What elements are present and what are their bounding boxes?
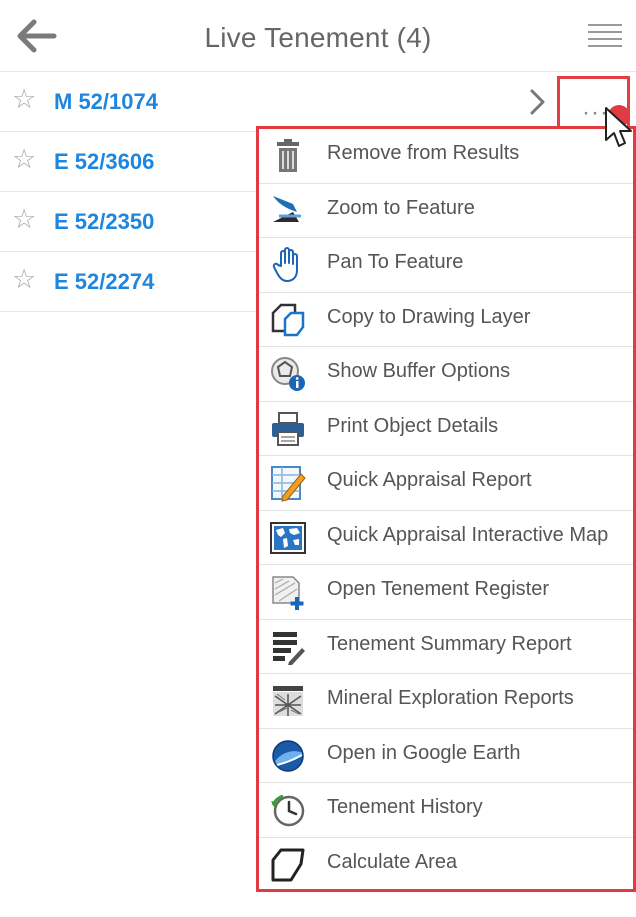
menu-item-show-buffer-options[interactable]: Show Buffer Options	[259, 347, 633, 402]
menu-item-quick-appraisal-report[interactable]: Quick Appraisal Report	[259, 456, 633, 511]
menu-item-quick-appraisal-interactive-map[interactable]: Quick Appraisal Interactive Map	[259, 511, 633, 565]
tenement-row[interactable]: ☆ M 52/1074 ···	[0, 72, 636, 132]
world-map-icon	[270, 521, 306, 554]
menu-item-open-in-google-earth[interactable]: Open in Google Earth	[259, 729, 633, 783]
menu-item-open-tenement-register[interactable]: Open Tenement Register	[259, 565, 633, 620]
register-add-icon	[272, 576, 304, 610]
hamburger-menu-icon[interactable]	[588, 24, 622, 50]
tenement-id-link[interactable]: E 52/2274	[54, 269, 154, 295]
star-icon[interactable]: ☆	[12, 146, 36, 173]
tenement-id-link[interactable]: M 52/1074	[54, 89, 158, 115]
menu-item-mineral-exploration-reports[interactable]: Mineral Exploration Reports	[259, 674, 633, 729]
context-menu: Remove from Results Zoom to Feature Pan …	[256, 126, 636, 892]
wamex-icon	[273, 686, 303, 716]
menu-item-pan-to-feature[interactable]: Pan To Feature	[259, 238, 633, 293]
tenement-id-link[interactable]: E 52/3606	[54, 149, 154, 175]
star-icon[interactable]: ☆	[12, 266, 36, 293]
report-edit-icon	[271, 466, 306, 502]
google-earth-icon	[272, 739, 304, 772]
menu-item-copy-to-drawing-layer[interactable]: Copy to Drawing Layer	[259, 293, 633, 347]
menu-item-calculate-area[interactable]: Calculate Area	[259, 838, 633, 890]
copy-drawing-icon	[271, 303, 305, 336]
hand-pan-icon	[272, 247, 298, 282]
header-bar: Live Tenement (4)	[0, 0, 636, 72]
menu-item-remove-from-results[interactable]: Remove from Results	[259, 129, 633, 184]
menu-item-zoom-to-feature[interactable]: Zoom to Feature	[259, 184, 633, 238]
menu-item-tenement-summary-report[interactable]: Tenement Summary Report	[259, 620, 633, 674]
printer-icon	[272, 411, 304, 446]
zoom-to-feature-icon	[273, 195, 301, 222]
trash-icon	[277, 139, 299, 172]
buffer-info-icon	[271, 357, 305, 391]
chevron-right-icon[interactable]	[528, 86, 548, 118]
star-icon[interactable]: ☆	[12, 86, 36, 113]
page-title: Live Tenement (4)	[204, 22, 432, 53]
menu-item-print-object-details[interactable]: Print Object Details	[259, 402, 633, 456]
star-icon[interactable]: ☆	[12, 206, 36, 233]
mouse-cursor-icon	[605, 107, 632, 147]
menu-item-tenement-history[interactable]: Tenement History	[259, 783, 633, 838]
summary-report-icon	[273, 631, 305, 665]
history-clock-icon	[271, 794, 305, 827]
polygon-area-icon	[271, 848, 305, 881]
tenement-id-link[interactable]: E 52/2350	[54, 209, 154, 235]
